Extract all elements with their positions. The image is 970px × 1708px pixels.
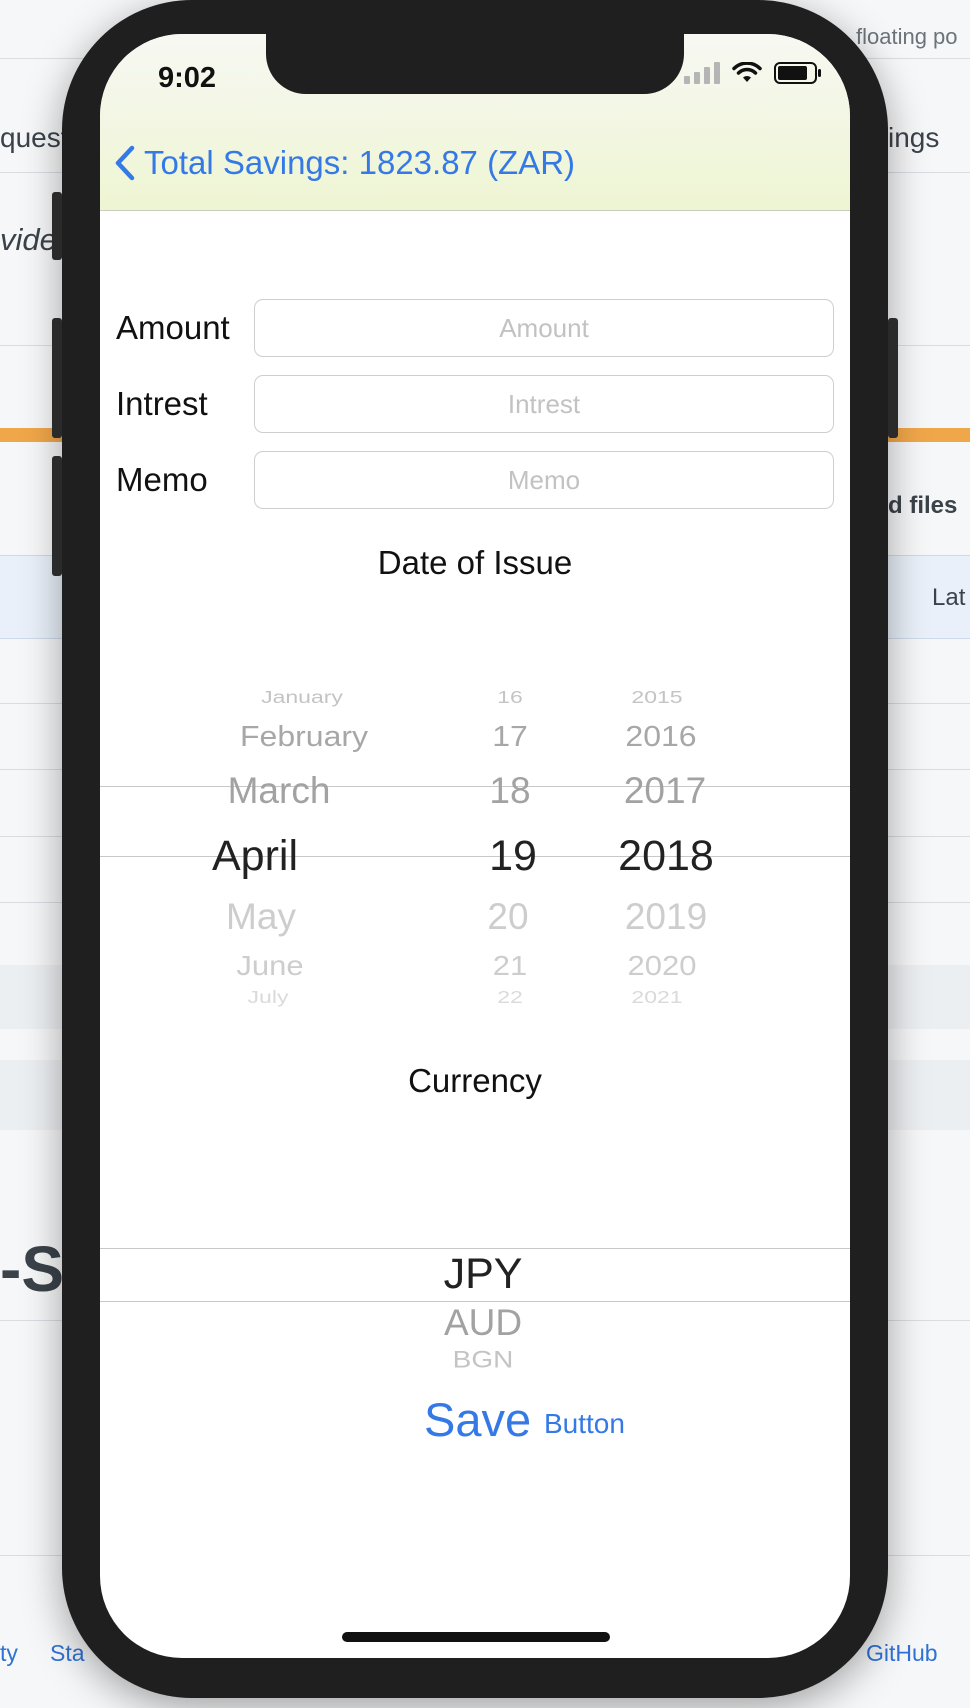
month-option[interactable]: June xyxy=(236,950,303,982)
picker-selection-line xyxy=(100,786,850,787)
memo-label: Memo xyxy=(116,461,208,498)
back-title: Total Savings: 1823.87 (ZAR) xyxy=(144,144,576,181)
mute-switch xyxy=(52,192,62,260)
date-picker[interactable]: January February March April May June Ju… xyxy=(100,634,850,1034)
month-option[interactable]: July xyxy=(248,987,289,1007)
month-selected[interactable]: April xyxy=(212,832,298,881)
bg-footer-link[interactable]: ty xyxy=(0,1640,18,1667)
currency-option[interactable]: AUD xyxy=(444,1302,522,1344)
bg-footer-link[interactable]: Sta xyxy=(50,1640,85,1667)
year-option[interactable]: 2019 xyxy=(625,896,707,938)
month-option[interactable]: March xyxy=(228,770,331,812)
currency-picker[interactable]: JPY AUD BGN xyxy=(100,1134,850,1374)
home-indicator[interactable] xyxy=(342,1632,610,1642)
day-option[interactable]: 17 xyxy=(492,720,528,753)
memo-input[interactable] xyxy=(254,451,834,509)
bg-italic-text: vide xyxy=(0,222,57,257)
day-option[interactable]: 22 xyxy=(497,987,523,1007)
currency-option[interactable]: BGN xyxy=(453,1346,514,1373)
month-option[interactable]: January xyxy=(261,687,343,707)
bg-right-text[interactable]: ings xyxy=(888,122,939,154)
bg-left-text: quest xyxy=(0,122,69,153)
day-option[interactable]: 21 xyxy=(493,950,527,982)
volume-down-button xyxy=(52,456,62,576)
year-option[interactable]: 2016 xyxy=(625,720,696,753)
bg-tab-text[interactable]: d files xyxy=(888,492,957,520)
amount-input[interactable] xyxy=(254,299,834,357)
wifi-icon xyxy=(732,62,762,84)
interest-label: Intrest xyxy=(116,385,208,422)
year-option[interactable]: 2015 xyxy=(631,687,682,707)
signal-icon xyxy=(684,62,720,84)
bg-header-text: Lat xyxy=(932,584,966,611)
amount-row: Amount xyxy=(116,298,836,358)
date-of-issue-title: Date of Issue xyxy=(377,544,573,581)
year-option[interactable]: 2021 xyxy=(631,987,682,1007)
notch xyxy=(266,34,684,94)
picker-selection-line xyxy=(100,1248,850,1249)
interest-input[interactable] xyxy=(254,375,834,433)
bg-footer-link[interactable]: GitHub xyxy=(866,1640,938,1667)
year-selected[interactable]: 2018 xyxy=(618,832,714,881)
power-button xyxy=(888,318,898,438)
status-time: 9:02 xyxy=(158,62,217,94)
back-button[interactable]: Total Savings: 1823.87 (ZAR) xyxy=(114,144,575,182)
volume-up-button xyxy=(52,318,62,438)
interest-row: Intrest xyxy=(116,374,836,434)
chevron-left-icon xyxy=(115,145,135,181)
month-option[interactable]: May xyxy=(226,896,296,938)
day-selected[interactable]: 19 xyxy=(489,832,537,881)
currency-title: Currency xyxy=(408,1062,542,1099)
memo-row: Memo xyxy=(116,450,836,510)
bg-top-right-text: floating po xyxy=(856,24,958,49)
status-icons xyxy=(684,62,822,84)
month-option[interactable]: February xyxy=(240,720,368,753)
amount-label: Amount xyxy=(116,309,230,346)
day-option[interactable]: 16 xyxy=(497,687,523,707)
app-screen: 9:02 Total Savings: 1823.87 (ZAR) Amount… xyxy=(100,34,850,1658)
generic-button[interactable]: Button xyxy=(544,1408,625,1440)
day-option[interactable]: 18 xyxy=(489,770,530,812)
save-button[interactable]: Save xyxy=(424,1392,531,1447)
currency-selected[interactable]: JPY xyxy=(444,1250,523,1299)
day-option[interactable]: 20 xyxy=(487,896,528,938)
year-option[interactable]: 2017 xyxy=(624,770,706,812)
battery-icon xyxy=(774,62,822,84)
year-option[interactable]: 2020 xyxy=(628,950,697,982)
